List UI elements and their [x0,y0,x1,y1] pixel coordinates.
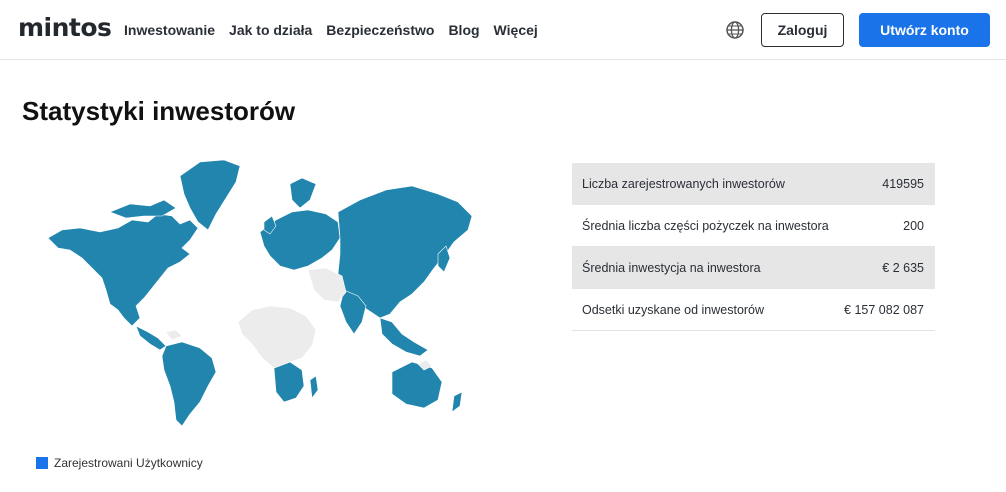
stat-label: Średnia inwestycja na inwestora [582,260,761,275]
nav-item-how-it-works[interactable]: Jak to działa [229,22,312,38]
create-account-button[interactable]: Utwórz konto [859,13,990,47]
stat-label: Liczba zarejestrowanych inwestorów [582,176,785,191]
legend-swatch [36,457,48,469]
globe-icon[interactable] [725,20,745,40]
stat-row: Liczba zarejestrowanych inwestorów 41959… [572,163,935,205]
world-map [40,150,480,435]
stat-row: Odsetki uzyskane od inwestorów € 157 082… [572,289,935,331]
map-southern-africa [273,361,305,403]
mintos-logo[interactable]: mintos [18,13,112,42]
map-legend: Zarejestrowani Użytkownicy [36,456,203,470]
nav-item-more[interactable]: Więcej [494,22,538,38]
investor-stats-table: Liczba zarejestrowanych inwestorów 41959… [572,163,935,331]
map-central-america [135,325,167,351]
map-greenland [179,159,241,231]
world-map-svg [47,159,473,427]
nav-item-security[interactable]: Bezpieczeństwo [326,22,434,38]
map-north-america [47,213,199,327]
main-nav: Inwestowanie Jak to działa Bezpieczeństw… [124,22,552,38]
stat-value: € 2 635 [882,260,924,275]
stat-value: 200 [903,218,924,233]
stat-value: 419595 [882,176,924,191]
map-scandinavia [289,177,317,209]
map-new-zealand [451,391,463,413]
stat-label: Średnia liczba części pożyczek na inwest… [582,218,829,233]
nav-item-investing[interactable]: Inwestowanie [124,22,215,38]
map-australia [391,361,443,409]
map-africa [237,305,317,369]
login-button[interactable]: Zaloguj [761,13,844,47]
stat-row: Średnia inwestycja na inwestora € 2 635 [572,247,935,289]
stat-value: € 157 082 087 [844,302,924,317]
legend-label: Zarejestrowani Użytkownicy [54,456,203,470]
map-caribbean [165,329,183,341]
stat-row: Średnia liczba części pożyczek na inwest… [572,205,935,247]
page-title: Statystyki inwestorów [22,96,296,126]
nav-item-blog[interactable]: Blog [448,22,479,38]
map-southeast-asia [379,317,429,357]
map-south-america [161,341,217,427]
map-madagascar [309,375,319,399]
stat-label: Odsetki uzyskane od inwestorów [582,302,765,317]
top-header: mintos Inwestowanie Jak to działa Bezpie… [0,0,1006,60]
